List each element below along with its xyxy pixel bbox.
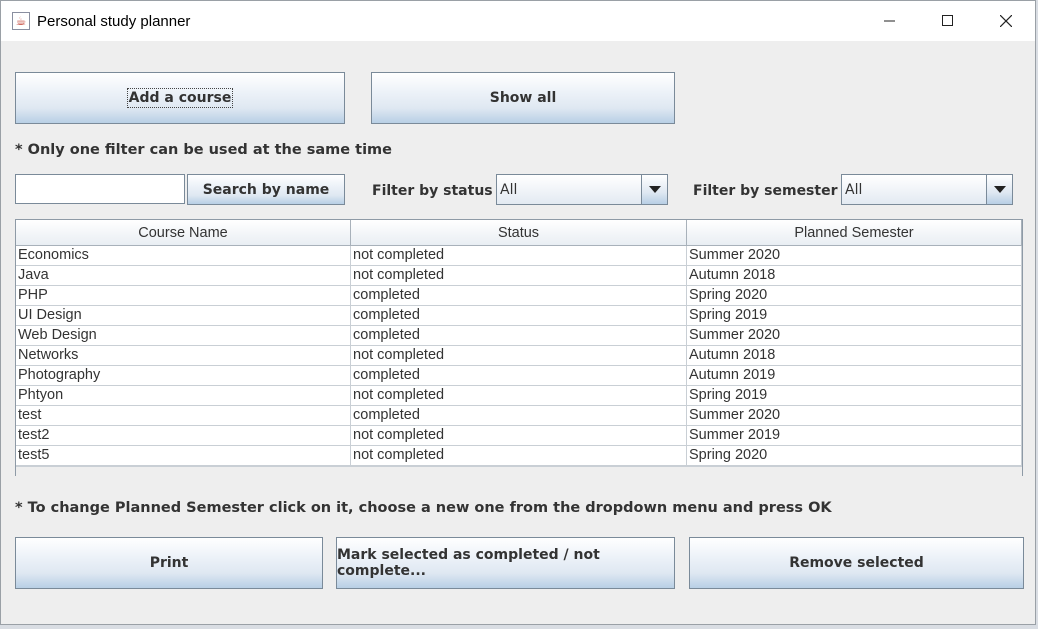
- print-button[interactable]: Print: [15, 537, 323, 589]
- course-name-cell[interactable]: Java: [16, 266, 351, 286]
- courses-table: Course Name Status Planned Semester Econ…: [15, 219, 1023, 476]
- table-row[interactable]: Photography completed Autumn 2019: [16, 366, 1022, 386]
- print-label: Print: [149, 555, 189, 571]
- course-name-cell[interactable]: test2: [16, 426, 351, 446]
- minimize-icon: [884, 20, 895, 22]
- status-cell[interactable]: not completed: [351, 426, 687, 446]
- semester-cell[interactable]: Autumn 2018: [687, 346, 1022, 366]
- status-cell[interactable]: completed: [351, 306, 687, 326]
- column-header-course-name[interactable]: Course Name: [16, 220, 351, 246]
- status-cell[interactable]: not completed: [351, 446, 687, 466]
- table-row[interactable]: Web Design completed Summer 2020: [16, 326, 1022, 346]
- maximize-button[interactable]: [919, 1, 977, 41]
- table-row[interactable]: test5 not completed Spring 2020: [16, 446, 1022, 466]
- table-row[interactable]: test completed Summer 2020: [16, 406, 1022, 426]
- table-row[interactable]: PHP completed Spring 2020: [16, 286, 1022, 306]
- close-button[interactable]: [977, 1, 1035, 41]
- status-cell[interactable]: completed: [351, 406, 687, 426]
- semester-change-note: * To change Planned Semester click on it…: [15, 500, 832, 516]
- table-row[interactable]: Java not completed Autumn 2018: [16, 266, 1022, 286]
- course-name-cell[interactable]: Economics: [16, 246, 351, 266]
- remove-selected-button[interactable]: Remove selected: [689, 537, 1024, 589]
- table-row[interactable]: Economics not completed Summer 2020: [16, 246, 1022, 266]
- status-filter-value: All: [500, 182, 518, 198]
- title-bar[interactable]: ☕ Personal study planner: [1, 1, 1035, 41]
- window-title: Personal study planner: [37, 13, 191, 30]
- semester-dropdown-arrow[interactable]: [986, 175, 1012, 204]
- status-cell[interactable]: completed: [351, 366, 687, 386]
- semester-cell[interactable]: Spring 2019: [687, 306, 1022, 326]
- app-window: ☕ Personal study planner Add a course Sh…: [0, 0, 1036, 625]
- filter-note: * Only one filter can be used at the sam…: [15, 142, 392, 158]
- remove-selected-label: Remove selected: [789, 555, 924, 571]
- column-header-planned-semester[interactable]: Planned Semester: [687, 220, 1022, 246]
- semester-cell[interactable]: Summer 2020: [687, 246, 1022, 266]
- table-header: Course Name Status Planned Semester: [16, 220, 1022, 246]
- semester-filter-dropdown[interactable]: All: [841, 174, 1013, 205]
- table-empty-area: [16, 466, 1022, 476]
- course-name-cell[interactable]: Networks: [16, 346, 351, 366]
- course-name-cell[interactable]: UI Design: [16, 306, 351, 326]
- minimize-button[interactable]: [861, 1, 919, 41]
- column-header-status[interactable]: Status: [351, 220, 687, 246]
- table-row[interactable]: UI Design completed Spring 2019: [16, 306, 1022, 326]
- semester-cell[interactable]: Summer 2020: [687, 326, 1022, 346]
- mark-completed-label: Mark selected as completed / not complet…: [337, 547, 600, 579]
- status-cell[interactable]: not completed: [351, 346, 687, 366]
- status-cell[interactable]: completed: [351, 326, 687, 346]
- search-by-name-button[interactable]: Search by name: [187, 174, 345, 205]
- status-cell[interactable]: not completed: [351, 246, 687, 266]
- status-filter-dropdown[interactable]: All: [496, 174, 668, 205]
- table-row[interactable]: Phtyon not completed Spring 2019: [16, 386, 1022, 406]
- show-all-button[interactable]: Show all: [371, 72, 675, 124]
- add-course-label: Add a course: [126, 88, 234, 108]
- table-row[interactable]: Networks not completed Autumn 2018: [16, 346, 1022, 366]
- semester-cell[interactable]: Summer 2020: [687, 406, 1022, 426]
- status-dropdown-arrow[interactable]: [641, 175, 667, 204]
- semester-cell[interactable]: Spring 2020: [687, 286, 1022, 306]
- semester-filter-value: All: [845, 182, 863, 198]
- status-cell[interactable]: not completed: [351, 386, 687, 406]
- semester-cell[interactable]: Spring 2020: [687, 446, 1022, 466]
- status-cell[interactable]: not completed: [351, 266, 687, 286]
- search-by-name-label: Search by name: [202, 181, 330, 198]
- semester-cell[interactable]: Spring 2019: [687, 386, 1022, 406]
- table-row[interactable]: test2 not completed Summer 2019: [16, 426, 1022, 446]
- semester-cell[interactable]: Autumn 2018: [687, 266, 1022, 286]
- course-name-cell[interactable]: PHP: [16, 286, 351, 306]
- close-icon: [1000, 15, 1012, 27]
- course-name-cell[interactable]: test5: [16, 446, 351, 466]
- maximize-icon: [942, 15, 953, 26]
- filter-status-label: Filter by status: [372, 183, 493, 199]
- semester-cell[interactable]: Summer 2019: [687, 426, 1022, 446]
- chevron-down-icon: [993, 185, 1006, 193]
- course-name-cell[interactable]: Phtyon: [16, 386, 351, 406]
- java-app-icon: ☕: [12, 12, 30, 30]
- add-course-button[interactable]: Add a course: [15, 72, 345, 124]
- show-all-label: Show all: [489, 90, 557, 106]
- table-body: Economics not completed Summer 2020 Java not…: [16, 246, 1022, 466]
- filter-semester-label: Filter by semester: [693, 183, 838, 199]
- mark-completed-button[interactable]: Mark selected as completed / not complet…: [336, 537, 675, 589]
- status-cell[interactable]: completed: [351, 286, 687, 306]
- course-name-cell[interactable]: test: [16, 406, 351, 426]
- semester-cell[interactable]: Autumn 2019: [687, 366, 1022, 386]
- chevron-down-icon: [648, 185, 661, 193]
- search-input[interactable]: [15, 174, 185, 204]
- course-name-cell[interactable]: Photography: [16, 366, 351, 386]
- course-name-cell[interactable]: Web Design: [16, 326, 351, 346]
